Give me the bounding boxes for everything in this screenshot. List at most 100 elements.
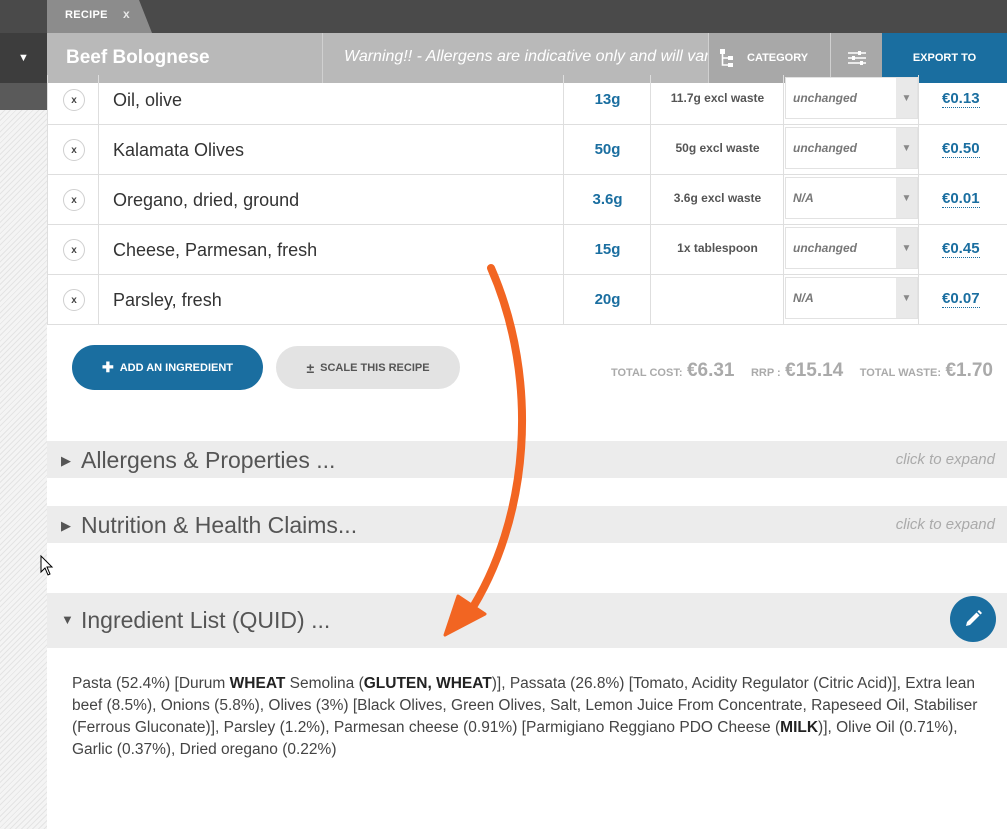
- remove-ingredient-button[interactable]: x: [63, 189, 85, 211]
- nutrition-section-header[interactable]: ▶ Nutrition & Health Claims... click to …: [47, 506, 1007, 543]
- menu-toggle-button[interactable]: ▼: [0, 33, 47, 83]
- total-cost-value: €6.31: [686, 360, 735, 381]
- qty-cell: 13g: [563, 75, 650, 125]
- scale-recipe-label: SCALE THIS RECIPE: [320, 361, 430, 374]
- ingredient-cost[interactable]: €0.13: [942, 90, 980, 108]
- qty-cell: 15g: [563, 225, 650, 275]
- state-select[interactable]: N/A ▼: [785, 177, 918, 219]
- total-cost-label: TOTAL COST:: [610, 367, 683, 379]
- ingredient-quantity[interactable]: 50g: [564, 141, 651, 158]
- ingredient-name: Cheese, Parmesan, fresh: [113, 240, 318, 260]
- quid-section-header[interactable]: ▼ Ingredient List (QUID) ...: [47, 593, 1007, 648]
- waste-cell: 11.7g excl waste: [650, 75, 783, 125]
- state-select[interactable]: unchanged ▼: [785, 127, 918, 169]
- remove-cell: x: [47, 75, 98, 125]
- plus-minus-icon: ±: [306, 359, 315, 376]
- add-ingredient-button[interactable]: ✚ ADD AN INGREDIENT: [72, 345, 263, 390]
- pencil-icon: [966, 610, 982, 626]
- waste-cell: 50g excl waste: [650, 125, 783, 175]
- ingredient-quantity[interactable]: 13g: [564, 91, 651, 108]
- chevron-down-icon: ▼: [896, 278, 917, 318]
- cost-cell: €0.50: [918, 125, 1007, 175]
- ingredient-name: Parsley, fresh: [113, 290, 222, 310]
- cost-cell: €0.01: [918, 175, 1007, 225]
- rrp-label: RRP :: [750, 367, 781, 379]
- rrp-value: €15.14: [785, 360, 844, 381]
- chevron-down-icon: ▼: [896, 128, 917, 168]
- state-value: unchanged: [793, 91, 858, 105]
- allergens-section-header[interactable]: ▶ Allergens & Properties ... click to ex…: [47, 441, 1007, 478]
- table-row: x Oil, olive 13g 11.7g excl waste unchan…: [47, 75, 1007, 125]
- state-select[interactable]: unchanged ▼: [785, 77, 918, 119]
- state-value: unchanged: [793, 141, 858, 155]
- ingredient-cost[interactable]: €0.45: [942, 240, 980, 258]
- chevron-down-icon: ▼: [896, 178, 917, 218]
- tab-bar: RECIPE x: [0, 0, 1007, 33]
- allergen-highlight: GLUTEN, WHEAT: [363, 675, 492, 692]
- name-cell: Parsley, fresh: [98, 275, 563, 325]
- ingredient-cost[interactable]: €0.07: [942, 290, 980, 308]
- name-cell: Cheese, Parmesan, fresh: [98, 225, 563, 275]
- export-label: EXPORT TO: [912, 52, 977, 64]
- table-row: x Cheese, Parmesan, fresh 15g 1x tablesp…: [47, 225, 1007, 275]
- remove-ingredient-button[interactable]: x: [63, 139, 85, 161]
- table-row: x Kalamata Olives 50g 50g excl waste unc…: [47, 125, 1007, 175]
- tab-label: RECIPE: [65, 9, 108, 21]
- ingredient-quantity[interactable]: 15g: [564, 241, 651, 258]
- ingredient-waste: 3.6g excl waste: [673, 191, 762, 205]
- quid-ingredient-text: Pasta (52.4%) [Durum WHEAT Semolina (GLU…: [72, 673, 982, 761]
- ingredient-name: Oregano, dried, ground: [113, 190, 300, 210]
- state-cell: unchanged ▼: [783, 75, 918, 125]
- mouse-cursor-icon: [40, 555, 54, 576]
- add-ingredient-label: ADD AN INGREDIENT: [119, 361, 233, 374]
- cost-cell: €0.13: [918, 75, 1007, 125]
- edit-quid-button[interactable]: [950, 596, 996, 642]
- waste-cell: 3.6g excl waste: [650, 175, 783, 225]
- tab-recipe[interactable]: RECIPE x: [47, 0, 152, 33]
- ingredient-name: Oil, olive: [113, 90, 183, 110]
- quid-text-segment: Pasta (52.4%) [Durum: [72, 675, 230, 692]
- recipe-title: Beef Bolognese: [66, 47, 210, 68]
- remove-cell: x: [47, 175, 98, 225]
- state-cell: unchanged ▼: [783, 125, 918, 175]
- name-cell: Oil, olive: [98, 75, 563, 125]
- qty-cell: 20g: [563, 275, 650, 325]
- cost-cell: €0.07: [918, 275, 1007, 325]
- remove-cell: x: [47, 125, 98, 175]
- remove-ingredient-button[interactable]: x: [63, 239, 85, 261]
- ingredient-quantity[interactable]: 3.6g: [564, 191, 651, 208]
- allergen-highlight: WHEAT: [229, 675, 286, 692]
- section-title: Ingredient List (QUID) ...: [81, 607, 331, 633]
- allergen-highlight: MILK: [780, 719, 819, 736]
- waste-cell: 1x tablespoon: [650, 225, 783, 275]
- sliders-icon: [847, 51, 866, 65]
- chevron-down-icon: ▼: [896, 228, 917, 268]
- state-select[interactable]: unchanged ▼: [785, 227, 918, 269]
- section-title: Nutrition & Health Claims...: [81, 512, 358, 538]
- expand-arrow-icon: ▶: [61, 518, 71, 533]
- plus-icon: ✚: [102, 359, 114, 375]
- ingredient-cost[interactable]: €0.50: [942, 140, 980, 158]
- scale-recipe-button[interactable]: ± SCALE THIS RECIPE: [276, 346, 460, 389]
- state-select[interactable]: N/A ▼: [785, 277, 918, 319]
- recipe-totals: TOTAL COST: €6.31 RRP : €15.14 TOTAL WAS…: [599, 360, 993, 382]
- ingredient-quantity[interactable]: 20g: [564, 291, 651, 308]
- total-waste-label: TOTAL WASTE:: [859, 367, 941, 379]
- ingredient-cost[interactable]: €0.01: [942, 190, 980, 208]
- state-value: N/A: [793, 291, 814, 305]
- section-title: Allergens & Properties ...: [81, 447, 336, 473]
- name-cell: Oregano, dried, ground: [98, 175, 563, 225]
- remove-ingredient-button[interactable]: x: [63, 89, 85, 111]
- tab-close-icon[interactable]: x: [123, 7, 130, 21]
- remove-ingredient-button[interactable]: x: [63, 289, 85, 311]
- hierarchy-icon: [720, 49, 733, 67]
- ingredient-name: Kalamata Olives: [113, 140, 245, 160]
- expand-hint: click to expand: [895, 451, 995, 468]
- state-value: N/A: [793, 191, 814, 205]
- remove-cell: x: [47, 275, 98, 325]
- expand-arrow-icon: ▶: [61, 453, 71, 468]
- remove-cell: x: [47, 225, 98, 275]
- state-value: unchanged: [793, 241, 858, 255]
- gutter-strip: [0, 83, 47, 110]
- table-row: x Oregano, dried, ground 3.6g 3.6g excl …: [47, 175, 1007, 225]
